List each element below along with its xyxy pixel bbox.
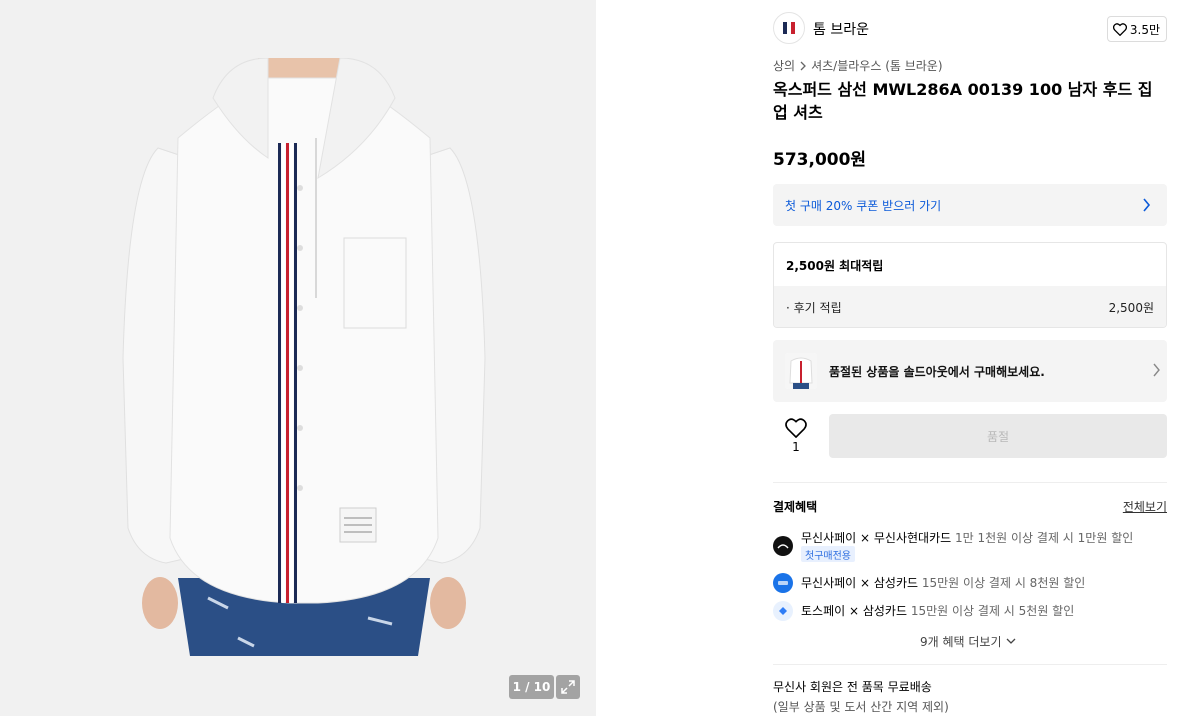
heart-icon <box>785 418 807 439</box>
brand-like-button[interactable]: 3.5만 <box>1106 16 1167 42</box>
soldout-thumbnail <box>785 353 817 389</box>
coupon-label: 첫 구매 20% 쿠폰 받으러 가기 <box>785 198 942 213</box>
benefit-desc: 15만원 이상 결제 시 8천원 할인 <box>921 576 1086 590</box>
breadcrumb-level1[interactable]: 상의 <box>773 57 795 74</box>
brand-like-count: 3.5만 <box>1129 22 1160 37</box>
divider <box>773 664 1167 665</box>
shipping-info: 무신사 회원은 전 품목 무료배송 <box>773 680 932 694</box>
benefit-desc: 1만 1천원 이상 결제 시 1만원 할인 <box>955 531 1134 545</box>
musinsa-pay-icon <box>773 536 793 556</box>
more-benefits-label: 9개 혜택 더보기 <box>920 635 1002 649</box>
soldout-link-banner[interactable]: 품절된 상품을 솔드아웃에서 구매해보세요. <box>773 340 1167 402</box>
expand-image-button[interactable] <box>556 675 580 699</box>
divider <box>773 482 1167 483</box>
heart-icon <box>1112 22 1127 36</box>
points-header: 2,500원 최대적립 <box>786 259 884 273</box>
shipping-note: (일부 상품 및 도서 산간 지역 제외) <box>773 700 949 714</box>
chevron-right-icon <box>800 61 807 70</box>
brand-row: 톰 브라운 3.5만 <box>773 12 1167 44</box>
expand-icon <box>561 680 575 694</box>
soldout-text: 품절된 상품을 솔드아웃에서 구매해보세요. <box>829 365 1045 379</box>
image-counter: 1 / 10 <box>509 675 554 699</box>
brand-name[interactable]: 톰 브라운 <box>813 19 869 39</box>
wishlist-button[interactable] <box>785 418 807 442</box>
product-image-gallery[interactable]: 1 / 10 <box>0 0 596 716</box>
more-benefits-button[interactable]: 9개 혜택 더보기 <box>920 633 1016 650</box>
review-points-row: · 후기 적립 2,500원 <box>774 286 1166 327</box>
benefit-desc: 15만원 이상 결제 시 5천원 할인 <box>910 604 1075 618</box>
breadcrumb: 상의 셔츠/블라우스 (톰 브라운) <box>773 57 943 74</box>
samsung-card-icon <box>773 573 793 593</box>
coupon-banner[interactable]: 첫 구매 20% 쿠폰 받으러 가기 <box>773 184 1167 226</box>
payment-benefits-title: 결제혜택 <box>773 500 818 514</box>
review-points-label: · 후기 적립 <box>786 300 842 315</box>
chevron-right-icon <box>1153 363 1160 377</box>
product-title: 옥스퍼드 삼선 MWL286A 00139 100 남자 후드 집업 셔츠 <box>773 80 1153 122</box>
wishlist-count: 1 <box>792 440 800 454</box>
benefit-name: 무신사페이 × 삼성카드 <box>801 576 919 590</box>
chevron-down-icon <box>1006 638 1015 644</box>
benefit-name: 무신사페이 × 무신사현대카드 <box>801 531 952 545</box>
buy-button[interactable]: 품절 <box>829 414 1167 458</box>
product-info-panel: 톰 브라운 3.5만 상의 셔츠/블라우스 (톰 브라운) 옥스퍼드 삼선 MW… <box>773 0 1167 719</box>
points-box: 2,500원 최대적립 · 후기 적립 2,500원 <box>773 242 1167 328</box>
product-price: 573,000원 <box>773 150 867 170</box>
first-purchase-tag: 첫구매전용 <box>801 546 855 562</box>
toss-pay-icon <box>773 601 793 621</box>
review-points-value: 2,500원 <box>1108 300 1154 315</box>
benefit-name: 토스페이 × 삼성카드 <box>801 604 908 618</box>
product-photo <box>122 58 486 656</box>
tricolor-logo-icon <box>783 22 795 34</box>
breadcrumb-level2[interactable]: 셔츠/블라우스 (톰 브라운) <box>811 57 942 74</box>
brand-logo[interactable] <box>773 12 805 44</box>
chevron-right-icon <box>1143 198 1151 212</box>
see-all-benefits-link[interactable]: 전체보기 <box>1123 498 1167 515</box>
